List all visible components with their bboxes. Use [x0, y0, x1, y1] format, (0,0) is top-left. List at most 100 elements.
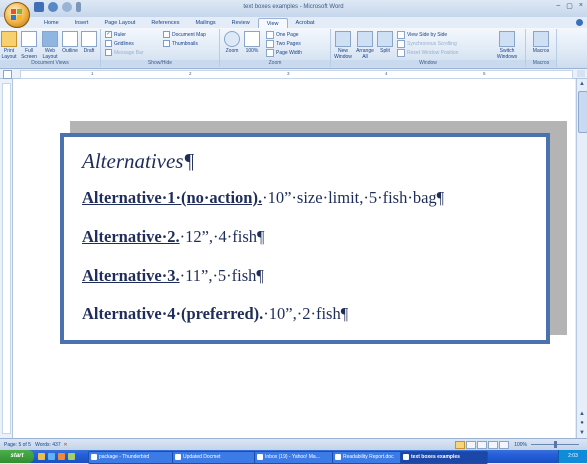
zoom-100-button[interactable]: 100%	[243, 31, 261, 54]
quick-launch-icon[interactable]	[68, 453, 75, 460]
alternative-line-4: Alternative·4·(preferred).·10”,·2·fish¶	[82, 304, 348, 324]
two-pages-button[interactable]: Two Pages	[266, 40, 301, 48]
word-doc-icon	[335, 454, 341, 460]
gridlines-checkbox[interactable]: Gridlines	[105, 40, 134, 47]
task-thunderbird[interactable]: package - Thunderbird	[88, 451, 180, 464]
thumbnails-checkbox[interactable]: Thumbnails	[163, 40, 198, 47]
proofing-icon[interactable]: ✕	[63, 442, 67, 448]
previous-page-icon[interactable]: ▲	[578, 410, 586, 418]
zoom-slider[interactable]	[531, 441, 579, 448]
word-count[interactable]: Words: 437	[35, 442, 60, 448]
task-updated-docmet[interactable]: Updated Docmet	[172, 451, 262, 464]
show-hide-label: Show/Hide	[101, 60, 219, 67]
arrange-all-button[interactable]: Arrange All	[355, 31, 375, 60]
ruler-track[interactable]: 1 2 3 4 5	[20, 70, 573, 79]
tab-page-layout[interactable]: Page Layout	[96, 18, 143, 28]
vertical-scrollbar[interactable]: ▲ ▲ ● ▼	[576, 79, 587, 438]
tab-home[interactable]: Home	[36, 18, 67, 28]
minimize-button[interactable]: –	[556, 2, 560, 10]
status-left: Page: 5 of 5 Words: 437 ✕	[4, 442, 68, 448]
full-screen-view-icon[interactable]	[466, 441, 476, 449]
outline-button[interactable]: Outline	[61, 31, 79, 54]
one-page-icon	[266, 31, 274, 39]
outline-view-icon[interactable]	[488, 441, 498, 449]
ribbon-tabs: Home Insert Page Layout References Maili…	[36, 18, 323, 28]
alternative-title: Alternative·2.	[82, 227, 180, 246]
alternative-title: Alternative·3.	[82, 266, 180, 285]
one-page-button[interactable]: One Page	[266, 31, 299, 39]
scroll-thumb[interactable]	[578, 91, 587, 133]
switch-windows-button[interactable]: Switch Windows	[493, 31, 521, 60]
close-button[interactable]: ×	[579, 2, 583, 10]
taskbar: start package - Thunderbird Updated Docm…	[0, 450, 587, 464]
print-layout-view-icon[interactable]	[455, 441, 465, 449]
tab-references[interactable]: References	[143, 18, 187, 28]
zoom-100-icon	[244, 31, 260, 47]
alternative-detail: ·12”,·4·fish¶	[179, 227, 265, 246]
tab-view[interactable]: View	[257, 18, 288, 28]
split-button[interactable]: Split	[377, 31, 393, 54]
start-button[interactable]: start	[0, 450, 34, 463]
page-width-button[interactable]: Page Width	[266, 49, 302, 57]
vertical-ruler-track[interactable]	[2, 83, 11, 434]
maximize-button[interactable]: ▢	[566, 2, 573, 10]
zoom-button[interactable]: Zoom	[223, 31, 241, 54]
alternative-detail: ·10”,·2·fish¶	[263, 304, 349, 323]
magnifier-icon	[224, 31, 240, 47]
tab-acrobat[interactable]: Acrobat	[288, 18, 323, 28]
alternative-line-2: Alternative·2.·12”,·4·fish¶	[82, 227, 265, 247]
macros-group: Macros Macros	[526, 29, 557, 67]
draft-view-icon[interactable]	[499, 441, 509, 449]
ruler-checkbox[interactable]: ✓ Ruler	[105, 31, 126, 38]
two-pages-icon	[266, 40, 274, 48]
draft-button[interactable]: Draft	[81, 31, 97, 54]
task-text-boxes-examples[interactable]: text boxes examples	[400, 451, 488, 464]
outline-icon	[62, 31, 78, 47]
new-window-button[interactable]: New Window	[333, 31, 353, 60]
reset-window-position-button[interactable]: Reset Window Position	[397, 49, 458, 57]
web-layout-button[interactable]: Web Layout	[42, 31, 58, 60]
window-title: text boxes examples - Microsoft Word	[243, 4, 344, 10]
zoom-level[interactable]: 100%	[514, 442, 527, 448]
tab-insert[interactable]: Insert	[67, 18, 97, 28]
task-readability-report[interactable]: Readability Report.doc	[332, 451, 408, 464]
text-box[interactable]: Alternatives¶ Alternative·1·(no·action).…	[60, 133, 550, 344]
message-bar-checkbox[interactable]: Message Bar	[105, 49, 143, 56]
ruler-tick: 3	[287, 71, 290, 76]
system-tray-clock[interactable]: 2:03	[558, 450, 587, 463]
office-button[interactable]	[4, 2, 30, 28]
select-browse-object-icon[interactable]: ●	[578, 419, 586, 427]
zoom-slider-thumb[interactable]	[553, 441, 557, 448]
view-side-by-side-button[interactable]: View Side by Side	[397, 31, 447, 39]
gridlines-check-icon	[105, 40, 112, 47]
view-ruler-icon[interactable]	[577, 70, 585, 77]
ruler-check-icon: ✓	[105, 31, 112, 38]
macros-button[interactable]: Macros	[531, 31, 551, 54]
next-page-icon[interactable]: ▼	[578, 429, 586, 437]
draft-icon	[81, 31, 97, 47]
show-hide-group: ✓ Ruler Gridlines Message Bar Document Ma…	[101, 29, 220, 67]
help-icon[interactable]	[576, 19, 583, 26]
title-bar: text boxes examples - Microsoft Word – ▢…	[0, 0, 587, 17]
quick-launch-icon[interactable]	[48, 453, 55, 460]
web-layout-view-icon[interactable]	[477, 441, 487, 449]
quick-launch-icon[interactable]	[38, 453, 45, 460]
task-yahoo-mail[interactable]: Inbox (19) - Yahoo! Ma...	[254, 451, 340, 464]
tab-selector-icon[interactable]	[3, 70, 12, 79]
tab-review[interactable]: Review	[224, 18, 258, 28]
message-bar-check-icon	[105, 49, 112, 56]
browser-icon	[257, 454, 263, 460]
page-width-icon	[266, 49, 274, 57]
switch-windows-icon	[499, 31, 515, 47]
arrange-all-icon	[357, 31, 373, 47]
synchronous-scrolling-button[interactable]: Synchronous Scrolling	[397, 40, 457, 48]
page-count[interactable]: Page: 5 of 5	[4, 442, 31, 448]
print-layout-button[interactable]: Print Layout	[1, 31, 17, 60]
scroll-up-icon[interactable]: ▲	[578, 80, 586, 88]
document-map-checkbox[interactable]: Document Map	[163, 31, 206, 38]
thumbnails-check-icon	[163, 40, 170, 47]
alternative-title: Alternative·4·(preferred).	[82, 304, 264, 323]
tab-mailings[interactable]: Mailings	[187, 18, 223, 28]
quick-launch-icon[interactable]	[58, 453, 65, 460]
ruler-tick: 2	[189, 71, 192, 76]
